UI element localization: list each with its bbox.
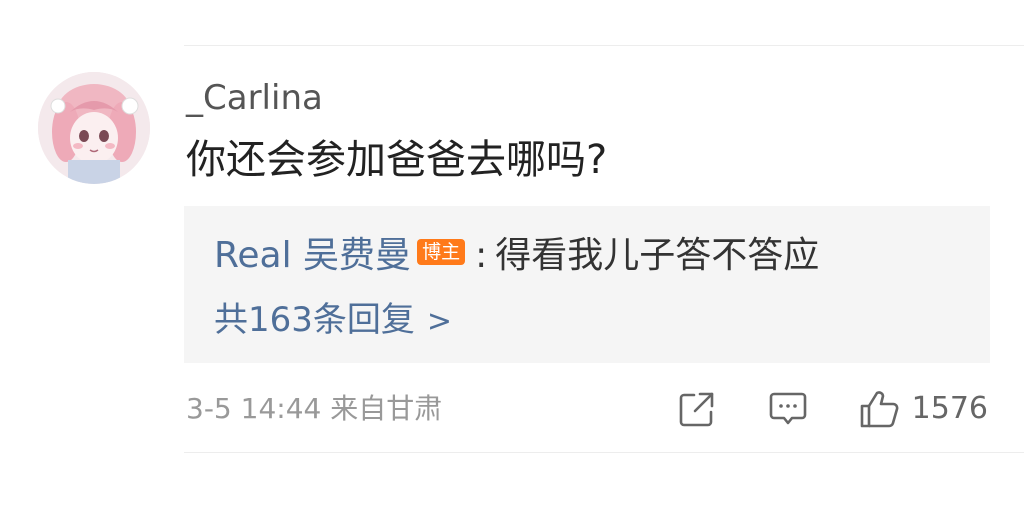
reply-count-label: 共163条回复 [214,300,415,340]
like-count: 1576 [911,391,988,426]
reply-preview[interactable]: Real 吴费曼 博主 : 得看我儿子答不答应 共163条回复 > [184,206,990,363]
anime-girl-avatar-icon [38,72,150,184]
comment-text: 你还会参加爸爸去哪吗? [186,137,608,183]
like-button[interactable]: 1576 [858,388,988,430]
share-icon [679,392,713,427]
comment-meta: 3-5 14:44 来自甘肃 [186,392,443,425]
username[interactable]: _Carlina [186,76,323,120]
reply-text: 得看我儿子答不答应 [495,235,820,276]
chevron-right-icon: > [426,304,453,339]
comment-button[interactable] [768,389,808,429]
share-button[interactable] [678,390,716,428]
comment-item: _Carlina 你还会参加爸爸去哪吗? Real 吴费曼 博主 : 得看我儿子… [0,0,1024,512]
blogger-badge: 博主 [417,239,466,265]
view-replies-link[interactable]: 共163条回复 > [214,298,452,344]
action-bar: 1576 [678,386,988,432]
reply-author[interactable]: Real 吴费曼 [214,233,411,279]
top-divider [184,45,1024,46]
comment-icon [769,392,806,425]
reply-separator: : [475,235,488,276]
avatar[interactable] [38,72,150,184]
thumbs-up-icon [860,391,899,428]
bottom-divider [184,452,1024,453]
top-reply: Real 吴费曼 博主 : 得看我儿子答不答应 [214,233,819,279]
